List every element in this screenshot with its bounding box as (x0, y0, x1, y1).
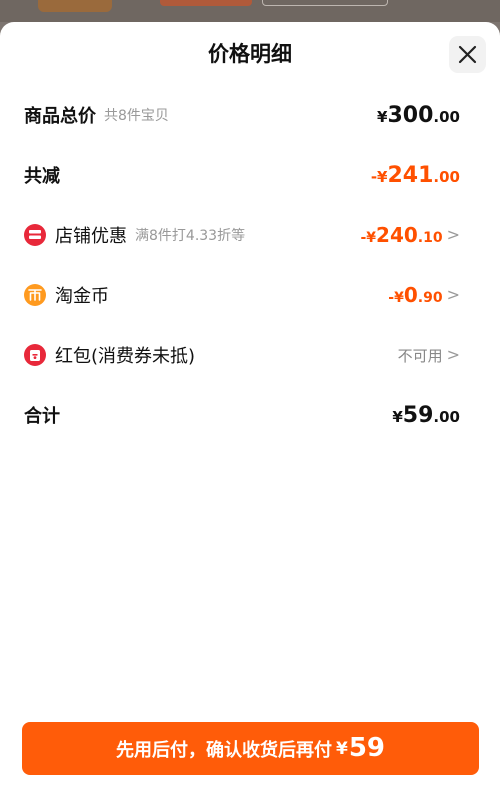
pay-later-button-label: 先用后付，确认收货后再付 (115, 739, 332, 761)
store-discount-row[interactable]: 店铺优惠 满8件打4.33折等 - ¥240.10 > (24, 215, 460, 255)
chevron-right-icon: > (446, 284, 460, 304)
goods-total-row: 商品总价 共8件宝贝 ¥300.00 (24, 95, 460, 135)
total-amount: ¥59.00 (392, 402, 460, 428)
store-discount-amount: - ¥240.10 (360, 223, 443, 247)
tao-coin-row[interactable]: 淘金币 - ¥0.90 > (24, 275, 460, 315)
red-packet-row[interactable]: 红包(消费券未抵) 不可用 > (24, 335, 460, 375)
red-packet-label: 红包(消费券未抵) (55, 346, 196, 367)
red-packet-icon (24, 344, 46, 366)
total-reduce-label: 共减 (24, 166, 60, 187)
total-label: 合计 (24, 406, 60, 427)
close-button[interactable] (449, 36, 486, 73)
chevron-right-icon: > (446, 224, 460, 244)
red-packet-status: 不可用 (397, 346, 443, 365)
sheet-title: 价格明细 (208, 42, 292, 66)
coin-icon (24, 284, 46, 306)
tao-coin-label: 淘金币 (55, 286, 109, 307)
goods-total-label: 商品总价 (24, 106, 96, 127)
total-reduce-row: 共减 - ¥241.00 (24, 155, 460, 195)
background-page (0, 0, 500, 22)
price-detail-sheet: 价格明细 商品总价 共8件宝贝 ¥300.00 共减 - ¥241.00 店铺优惠… (0, 22, 500, 794)
pay-later-currency: ¥ (335, 738, 348, 759)
store-discount-label: 店铺优惠 (55, 226, 127, 247)
pay-later-button[interactable]: 先用后付，确认收货后再付 ¥ 59 (22, 722, 479, 775)
close-icon (458, 45, 477, 64)
pay-later-amount: 59 (348, 732, 386, 763)
total-reduce-amount: - ¥241.00 (370, 162, 460, 188)
store-icon (24, 224, 46, 246)
total-row: 合计 ¥59.00 (24, 395, 460, 435)
background-tag (160, 0, 252, 6)
tao-coin-amount: - ¥0.90 (388, 283, 443, 307)
goods-total-amount: ¥300.00 (377, 102, 460, 128)
product-thumbnail (38, 0, 112, 12)
goods-count: 共8件宝贝 (104, 108, 169, 124)
chevron-right-icon: > (446, 344, 460, 364)
store-discount-desc: 满8件打4.33折等 (135, 228, 246, 244)
background-tag (262, 0, 388, 6)
